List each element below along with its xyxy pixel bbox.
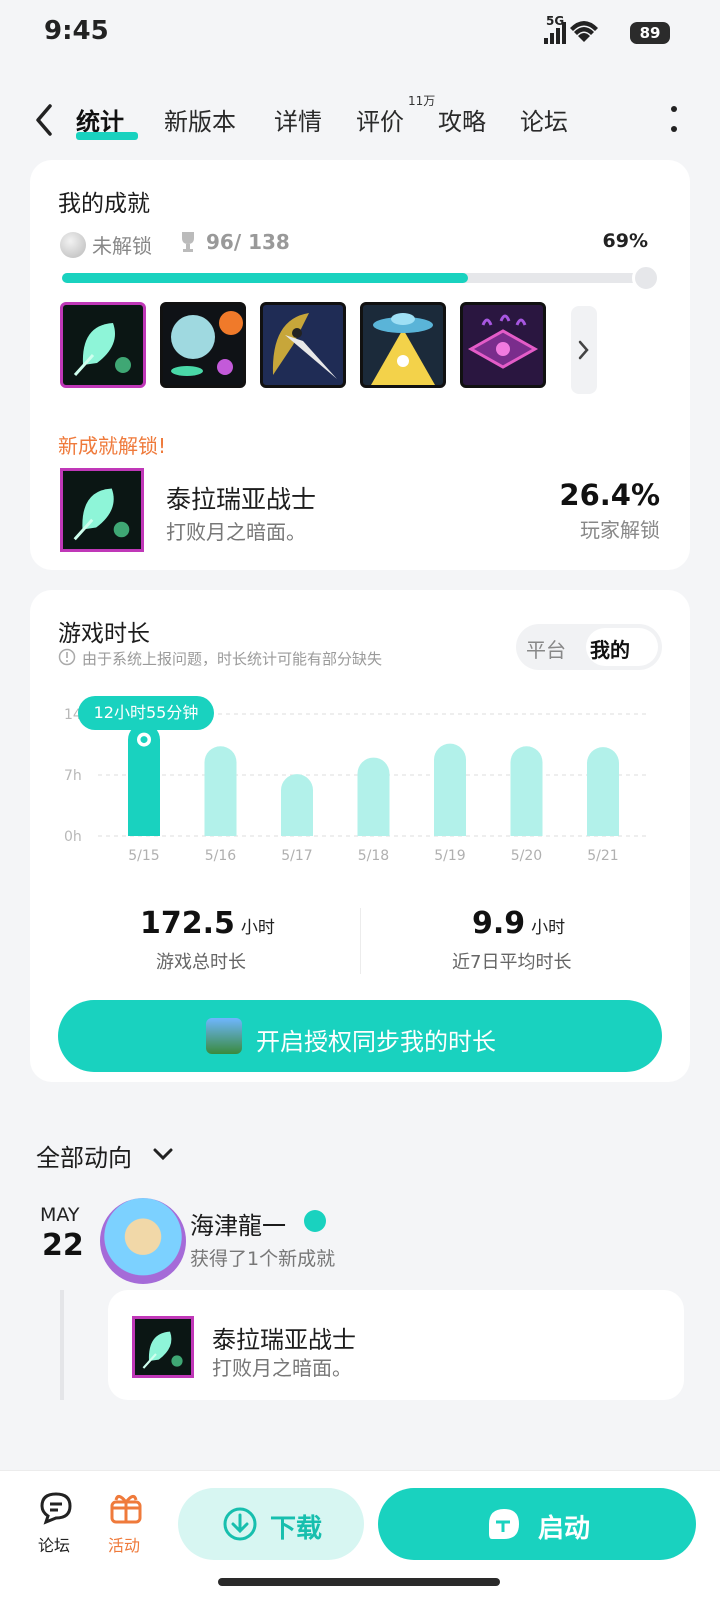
feed-username[interactable]: 海津龍一 xyxy=(190,1206,286,1241)
avatar[interactable] xyxy=(100,1198,186,1284)
latest-achievement-desc: 打败月之暗面。 xyxy=(166,520,306,544)
info-icon xyxy=(58,648,76,666)
download-icon xyxy=(223,1507,257,1541)
review-count-badge: 11万 xyxy=(408,94,436,108)
total-playtime: 172.5 小时 xyxy=(140,906,275,941)
verified-icon xyxy=(304,1210,326,1232)
forum-label[interactable]: 论坛 xyxy=(38,1532,70,1556)
more-options-icon[interactable] xyxy=(670,104,678,134)
new-achievement-label: 新成就解锁! xyxy=(58,434,167,458)
total-playtime-label: 游戏总时长 xyxy=(156,952,246,973)
plague-doctor-icon[interactable] xyxy=(260,302,346,388)
sync-playtime-label: 开启授权同步我的时长 xyxy=(256,1028,496,1056)
feed-title[interactable]: 全部动向 xyxy=(36,1138,132,1173)
trophy-icon xyxy=(182,232,194,252)
avg-playtime-value: 9.9 xyxy=(472,906,526,941)
x-tick-label: 5/20 xyxy=(511,848,542,864)
tab-active-indicator xyxy=(76,132,138,140)
feed-achievement-icon xyxy=(132,1316,194,1378)
chart-bar[interactable] xyxy=(510,746,543,836)
x-tick-label: 5/16 xyxy=(205,848,237,864)
taptap-logo-icon xyxy=(489,1509,519,1539)
y-tick-label: 7h xyxy=(64,768,82,784)
chart-bar[interactable] xyxy=(434,743,466,836)
home-indicator xyxy=(218,1578,500,1586)
gift-icon[interactable] xyxy=(108,1490,144,1526)
tab-reviews[interactable]: 评价 xyxy=(356,102,404,137)
tab-new-version[interactable]: 新版本 xyxy=(164,102,236,137)
latest-achievement-rate-label: 玩家解锁 xyxy=(580,518,660,542)
feed-achievement-desc: 打败月之暗面。 xyxy=(212,1356,352,1380)
total-playtime-value: 172.5 xyxy=(140,906,235,941)
latest-achievement-name: 泰拉瑞亚战士 xyxy=(166,485,317,514)
avg-playtime: 9.9 小时 xyxy=(472,906,565,941)
feed-achievement-name: 泰拉瑞亚战士 xyxy=(212,1326,356,1354)
progress-end-icon xyxy=(632,264,660,292)
x-tick-label: 5/17 xyxy=(281,848,312,864)
planet-icon[interactable] xyxy=(160,302,246,388)
playtime-title: 游戏时长 xyxy=(58,621,150,647)
chart-bar[interactable] xyxy=(357,757,390,836)
achievement-percent: 69% xyxy=(602,230,648,252)
download-label: 下载 xyxy=(270,1514,323,1544)
battery-indicator: 89 xyxy=(630,22,670,44)
playtime-notice: 由于系统上报问题，时长统计可能有部分缺失 xyxy=(82,650,383,668)
game-icon xyxy=(206,1018,242,1054)
selected-bar-dot xyxy=(140,736,148,744)
back-arrow-icon[interactable] xyxy=(28,100,60,140)
chart-bar[interactable] xyxy=(587,747,619,836)
chart-bar[interactable] xyxy=(204,746,237,836)
avg-playtime-label: 近7日平均时长 xyxy=(452,952,572,973)
achievement-progress-bar xyxy=(62,273,650,283)
launch-button[interactable] xyxy=(378,1488,696,1560)
toggle-mine[interactable]: 我的 xyxy=(590,634,630,663)
feed-action: 获得了1个新成就 xyxy=(190,1248,336,1270)
chevron-down-icon[interactable] xyxy=(152,1146,174,1162)
tab-details[interactable]: 详情 xyxy=(274,102,322,137)
feed-day: 22 xyxy=(42,1228,84,1263)
playtime-toggle[interactable]: 平台 我的 xyxy=(516,624,662,670)
achievements-title: 我的成就 xyxy=(58,191,150,217)
chart-bar[interactable] xyxy=(281,774,313,836)
forum-icon[interactable] xyxy=(38,1490,74,1526)
eye-icon[interactable] xyxy=(460,302,546,388)
ufo-icon[interactable] xyxy=(360,302,446,388)
launch-label: 启动 xyxy=(538,1514,591,1544)
stats-divider xyxy=(360,908,361,974)
latest-achievement-rate: 26.4% xyxy=(559,478,660,512)
status-bar: 9:45 5G 89 xyxy=(0,0,720,68)
tab-guides[interactable]: 攻略 xyxy=(438,102,486,137)
feed-achievement-card[interactable] xyxy=(108,1290,684,1400)
chevron-right-icon xyxy=(578,340,589,360)
locked-label[interactable]: 未解锁 xyxy=(92,230,152,259)
avg-playtime-unit: 小时 xyxy=(531,918,566,938)
status-time: 9:45 xyxy=(44,16,109,46)
x-tick-label: 5/21 xyxy=(587,848,618,864)
signal-icon xyxy=(544,21,598,44)
x-tick-label: 5/19 xyxy=(434,848,465,864)
top-nav: 统计 新版本 详情 评价 11万 攻略 论坛 xyxy=(0,92,720,148)
total-playtime-unit: 小时 xyxy=(240,918,275,938)
tab-forum[interactable]: 论坛 xyxy=(520,102,568,137)
achievement-count: 96/ 138 xyxy=(206,230,290,254)
leaf-icon[interactable] xyxy=(60,302,146,388)
lock-icon xyxy=(60,232,86,258)
feed-month: MAY xyxy=(40,1204,80,1226)
latest-achievement-icon xyxy=(60,468,144,552)
toggle-platform[interactable]: 平台 xyxy=(526,634,566,663)
activity-label[interactable]: 活动 xyxy=(108,1532,140,1556)
achievements-more-button[interactable] xyxy=(571,306,597,394)
x-tick-label: 5/18 xyxy=(358,848,389,864)
timeline-line xyxy=(60,1290,64,1400)
progress-fill xyxy=(62,273,468,283)
chart-tooltip: 12小时55分钟 xyxy=(78,696,214,730)
x-tick-label: 5/15 xyxy=(128,848,159,864)
y-tick-label: 0h xyxy=(64,829,82,845)
